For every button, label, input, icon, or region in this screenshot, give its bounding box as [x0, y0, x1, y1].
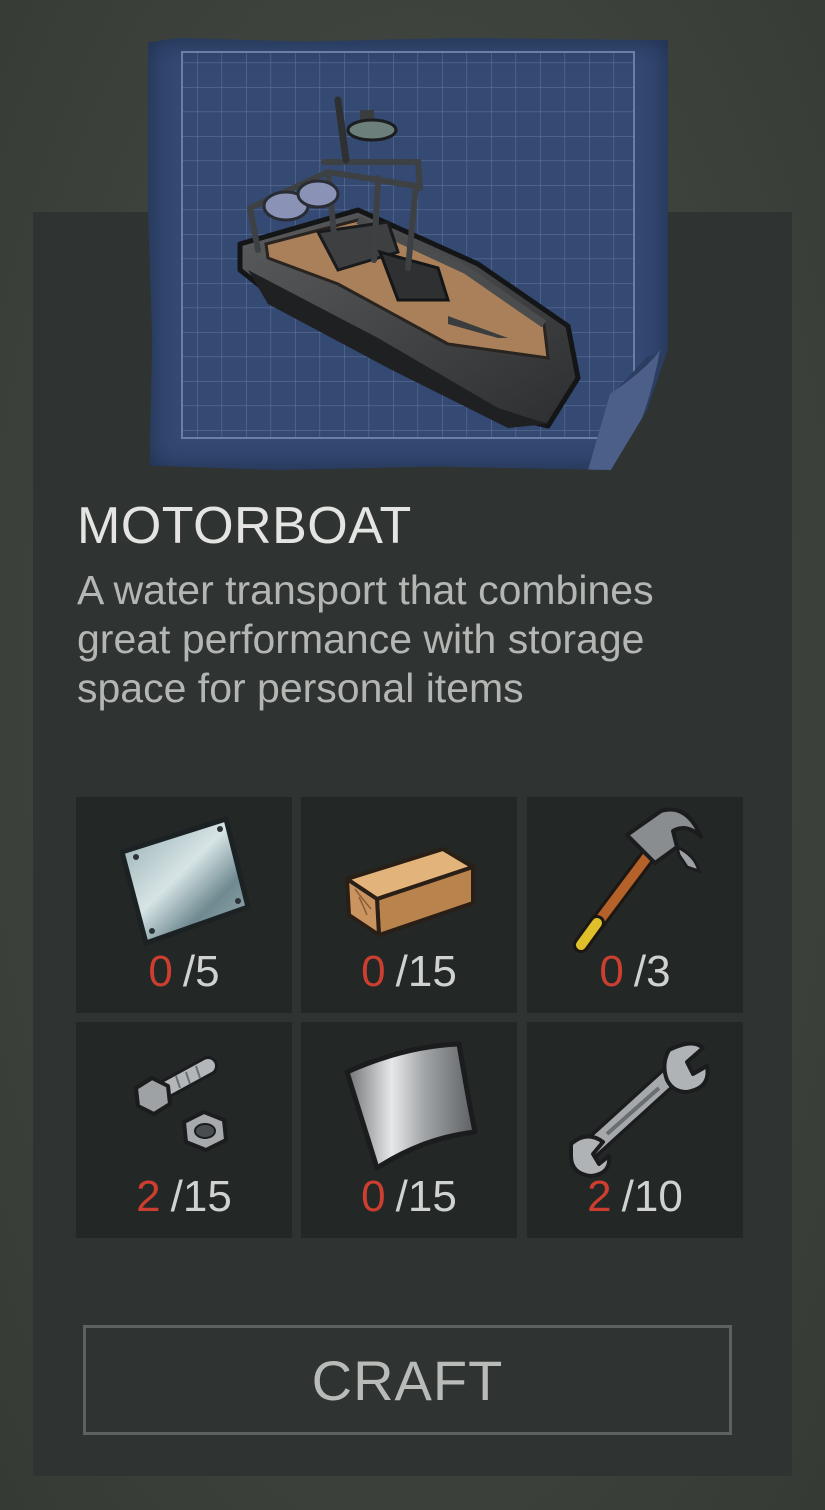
item-description: A water transport that combines great pe… — [77, 567, 654, 711]
requirements-grid: 0/5 0/15 0/3 2 /15 0 /15 2 /10 — [76, 797, 743, 1238]
requirement-slot[interactable]: 2/15 — [76, 1022, 292, 1238]
required-count: /10 — [621, 1172, 683, 1221]
required-count: /15 — [395, 947, 457, 996]
required-count: /15 — [170, 1172, 232, 1221]
item-title: MOTORBOAT — [77, 497, 412, 555]
requirement-slot[interactable]: 0/5 — [76, 797, 292, 1013]
owned-count: 0 — [148, 947, 173, 996]
requirement-slot[interactable]: 2/10 — [527, 1022, 743, 1238]
requirement-count: 0/3 — [527, 945, 743, 999]
owned-count: 2 — [136, 1172, 161, 1221]
motorboat-blueprint-image — [148, 38, 668, 470]
requirement-count: 0/15 — [301, 1170, 517, 1224]
requirement-slot[interactable]: 0/3 — [527, 797, 743, 1013]
owned-count: 0 — [599, 947, 624, 996]
blueprint-illustration — [181, 51, 668, 470]
owned-count: 0 — [361, 1172, 386, 1221]
requirement-slot[interactable]: 0/15 — [301, 1022, 517, 1238]
craft-button[interactable]: CRAFT — [83, 1325, 732, 1435]
required-count: /15 — [395, 1172, 457, 1221]
requirement-count: 0/5 — [76, 945, 292, 999]
requirement-slot[interactable]: 0/15 — [301, 797, 517, 1013]
requirement-count: 0/15 — [301, 945, 517, 999]
required-count: /3 — [633, 947, 671, 996]
requirement-count: 2/10 — [527, 1170, 743, 1224]
requirement-count: 2/15 — [76, 1170, 292, 1224]
required-count: /5 — [182, 947, 220, 996]
owned-count: 2 — [587, 1172, 612, 1221]
owned-count: 0 — [361, 947, 386, 996]
